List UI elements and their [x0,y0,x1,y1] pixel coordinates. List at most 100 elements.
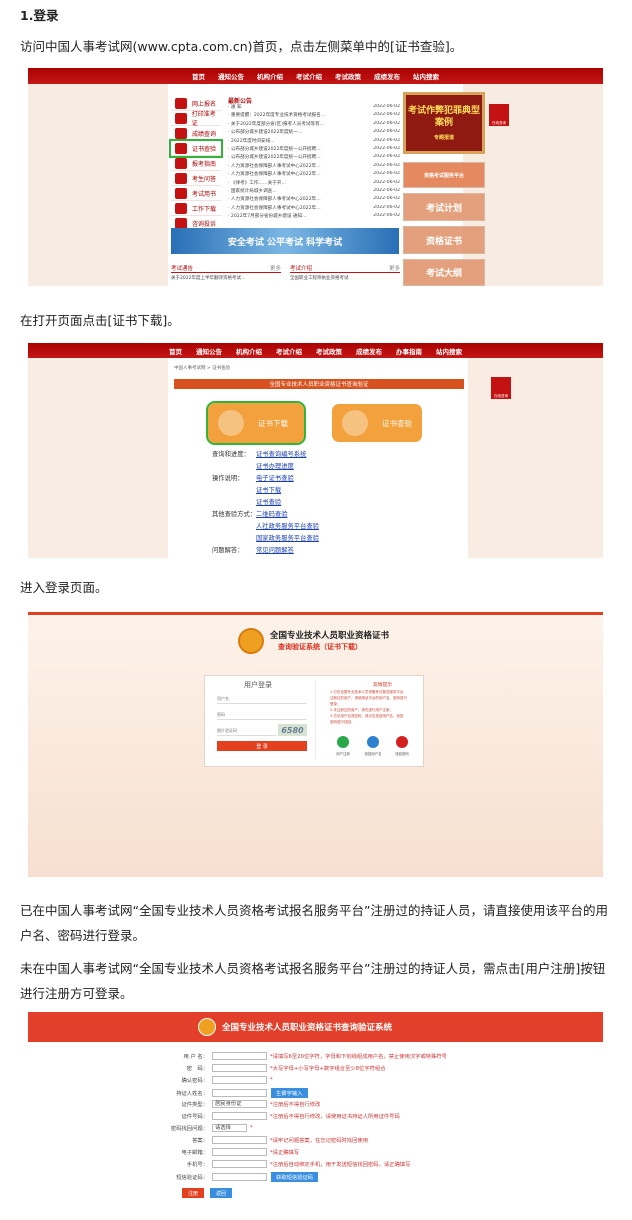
news-item[interactable]: · 《律考》工作……关于开… 2022-06-02 [228,180,400,188]
menu-item[interactable]: 报考指南 [171,156,221,171]
menu-item[interactable]: 打印准考证 [171,111,221,127]
news-item[interactable]: · 重要提醒：2022年度专业技术资格考试报名… 2022-06-02 [228,112,400,120]
news-item[interactable]: · 国家统计局城乡调查… 2022-06-02 [228,188,400,196]
rare-char-button[interactable]: 生僻字输入 [271,1088,308,1098]
ad-anticheat[interactable]: 考试作弊犯罪典型案例 专题报道 [403,92,485,154]
ad-service-platform[interactable]: 资格考试服务平台 [403,162,485,188]
form-row-sms: 短信验证码： 获取短信验证码 [148,1172,319,1182]
username-input[interactable] [217,694,307,704]
confirm-password-input[interactable] [212,1076,267,1084]
nav-item[interactable]: 考试介绍 [276,346,302,356]
news-item[interactable]: · 人力资源社会保障部人事考试中心2022年… 2022-06-02 [228,171,400,179]
nav-item[interactable]: 通知公告 [218,71,244,81]
password-input[interactable] [217,710,307,720]
menu-item[interactable]: 考生问答 [171,171,221,186]
top-line [28,612,603,615]
question-select[interactable]: 请选择 [212,1124,247,1132]
nav-item[interactable]: 通知公告 [196,346,222,356]
link[interactable]: 电子证书查验 [256,475,294,482]
link[interactable]: 证书查验 [256,499,281,506]
left-menu: 网上报名 打印准考证 成绩查询 证书查验 报考指南 考生问答 考试用书 工作下载… [169,96,223,231]
nav-item[interactable]: 首页 [192,71,205,81]
question-icon [175,172,187,184]
link[interactable]: 证书下载 [256,487,281,494]
link[interactable]: 证书办理进度 [256,463,294,470]
link[interactable]: 常见问题解答 [256,547,294,554]
email-input[interactable] [212,1148,267,1156]
nav-item[interactable]: 成绩发布 [374,71,400,81]
nav-item[interactable]: 机构介绍 [236,346,262,356]
back-button[interactable]: 返回 [210,1188,232,1198]
nav-item[interactable]: 考试政策 [335,71,361,81]
username-input[interactable] [212,1052,267,1060]
certificate-verify-button[interactable]: 证书查验 [332,404,422,442]
nav-item[interactable]: 机构介绍 [257,71,283,81]
nav-item[interactable]: 考试政策 [316,346,342,356]
menu-item[interactable]: 成绩查询 [171,126,221,141]
nav-item[interactable]: 办事指南 [396,346,422,356]
ad-exam-plan[interactable]: 考试计划 [403,193,485,221]
ad-syllabus[interactable]: 考试大纲 [403,259,485,286]
news-item[interactable]: · 人力资源社会保障部人事考试中心2022年… 2022-06-02 [228,163,400,171]
paragraph-2: 在打开页面点击[证书下载]。 [20,313,180,328]
bottom-left-item[interactable]: 关于2022年度上半年翻译资格考试… [171,275,245,281]
nav-item[interactable]: 站内搜索 [436,346,462,356]
answer-input[interactable] [212,1136,267,1144]
user-download-icon [218,410,244,436]
ad-certificate[interactable]: 资格证书 [403,226,485,254]
link-row: 操作说明： 电子证书查验 [212,475,294,482]
holder-name-input[interactable] [212,1089,267,1097]
news-item[interactable]: · 公布部分城乡建设2022年度统一公开招聘… 2022-06-02 [228,154,400,162]
form-row-answer: 答案： *请牢记问题答案，在忘记密码时找回使用 [192,1136,368,1144]
login-button[interactable]: 登 录 [217,741,307,751]
tips-title: 友情提示 [373,683,393,688]
register-submit-button[interactable]: 注册 [182,1188,204,1198]
form-row-name: 持证人姓名： 生僻字输入 [148,1088,308,1098]
id-number-input[interactable] [212,1112,267,1120]
link-row: 问题解答： 常见问题解答 [212,547,294,554]
news-item[interactable]: · 2022年度时间安排… 2022-06-02 [228,138,400,146]
news-item[interactable]: · 通 知 2022-06-02 [228,104,400,112]
news-item[interactable]: · 公布部分城乡建设2022年度统一公开招聘… 2022-06-02 [228,146,400,154]
nav-item[interactable]: 成绩发布 [356,346,382,356]
online-consult-float[interactable]: 在线咨询 [491,377,511,399]
sms-code-input[interactable] [212,1173,267,1181]
link-row: 国家政务服务平台查验 [256,533,319,542]
news-item[interactable]: · 公布部分城乡建设2022年度统一… 2022-06-02 [228,129,400,137]
find-password-icon[interactable] [396,736,408,748]
bottom-right-item[interactable]: 全国职业工程师执业资格考试 [290,275,349,281]
news-item[interactable]: · 关于2022年度部分省(区)报考人员考试等有… 2022-06-02 [228,121,400,129]
link[interactable]: 二维码查验 [256,511,287,518]
user-register-icon[interactable] [337,736,349,748]
bottom-left-header: 考试通告 更多 [171,266,281,273]
nav-item[interactable]: 考试介绍 [296,71,322,81]
icon-label: 找回密码 [395,752,409,756]
captcha-input[interactable] [217,726,277,736]
screenshot-login: 全国专业技术人员职业资格证书 查询验证系统（证书下载） 用户登录 6580 登 … [28,612,603,877]
banner: 安全考试 公平考试 科学考试 [171,228,399,254]
menu-item-certificate-verify[interactable]: 证书查验 [169,139,223,158]
link[interactable]: 证书查询编号系统 [256,451,306,458]
link-row: 其他查验方式：二维码查验 [212,511,288,518]
menu-item[interactable]: 考试用书 [171,186,221,201]
news-item[interactable]: · 人力资源社会保障部人事考试中心2022年… 2022-06-02 [228,205,400,213]
search-icon [175,127,187,139]
nav-item[interactable]: 站内搜索 [413,71,439,81]
certificate-download-button[interactable]: 证书下载 [206,401,306,445]
section-header: 全国专业技术人员职业资格证书查询验证 [174,379,464,389]
link[interactable]: 国家政务服务平台查验 [256,535,319,542]
phone-input[interactable] [212,1160,267,1168]
news-item[interactable]: · 人力资源社会保障部人事考试中心2022年… 2022-06-02 [228,196,400,204]
news-item[interactable]: · 2022年7月部分省份城乡建设 通知… 2022-06-02 [228,213,400,221]
find-username-icon[interactable] [367,736,379,748]
id-type-select[interactable]: 居民身份证 [212,1100,267,1108]
captcha-image[interactable]: 6580 [278,724,307,736]
get-sms-button[interactable]: 获取短信验证码 [271,1172,319,1182]
password-input[interactable] [212,1064,267,1072]
download-icon [175,202,187,214]
link[interactable]: 人社政务服务平台查验 [256,523,319,530]
tips-text: 1.已在全国专业技术人员资格考试报名服务平台 注册过的用户，请使用该平台的用户名、… [330,690,407,724]
menu-item[interactable]: 工作下载 [171,201,221,216]
nav-item[interactable]: 首页 [169,346,182,356]
online-consult-float[interactable]: 在线咨询 [489,104,509,126]
